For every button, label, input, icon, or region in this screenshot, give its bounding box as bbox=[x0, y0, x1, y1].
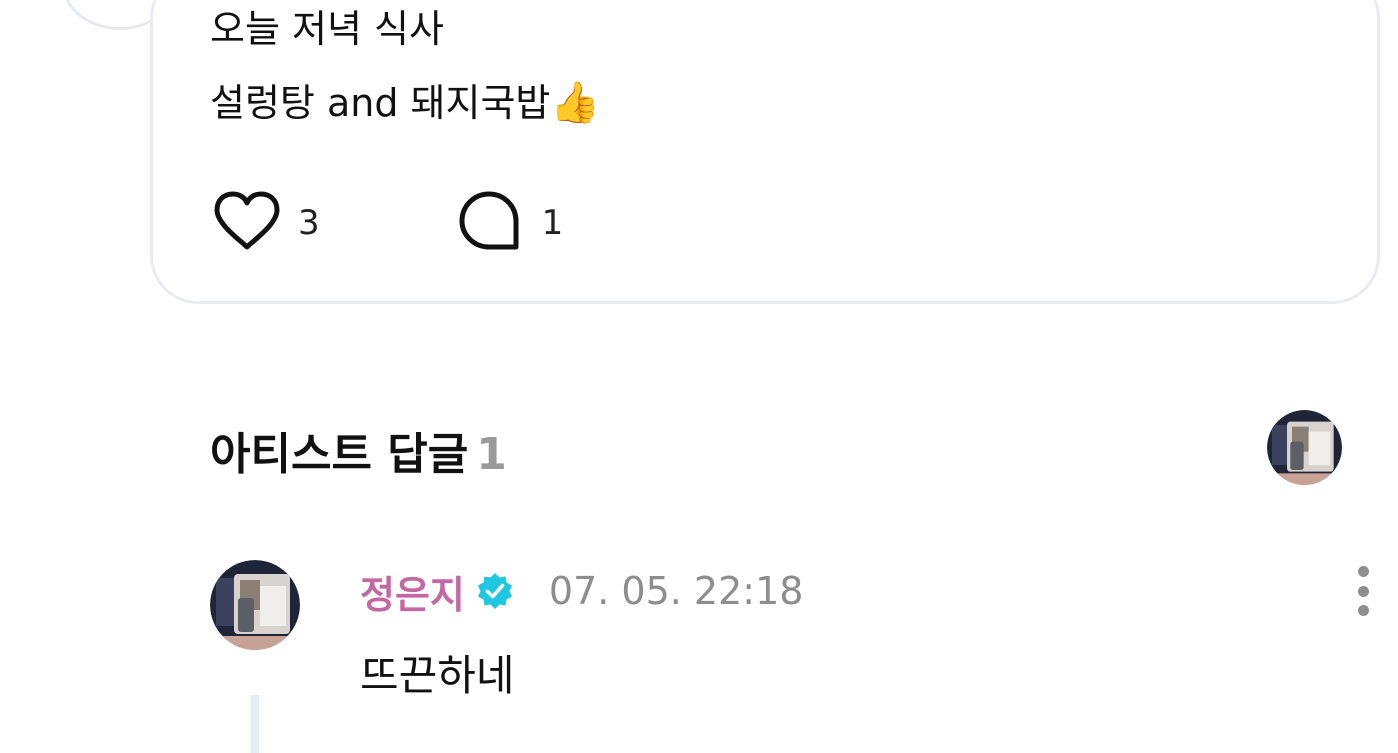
like-button[interactable]: 3 bbox=[212, 190, 320, 256]
menu-dot bbox=[1357, 605, 1369, 616]
artist-replies-count: 1 bbox=[476, 429, 507, 480]
fan-post-detail: 오늘 저녁 식사 설렁탕 and 돼지국밥👍 3 1 아티스트 답글 1 정은지… bbox=[0, 0, 1398, 753]
reply-author-avatar[interactable] bbox=[210, 560, 300, 650]
artist-replies-title: 아티스트 답글 bbox=[210, 429, 469, 480]
reply-meta: 정은지 07. 05. 22:18 bbox=[360, 564, 803, 618]
comment-button[interactable]: 1 bbox=[458, 190, 564, 256]
speech-bubble-icon bbox=[458, 190, 520, 256]
post-text-line-2: 설렁탕 and 돼지국밥👍 bbox=[210, 66, 600, 140]
artist-replies-heading: 아티스트 답글 1 bbox=[210, 418, 507, 482]
post-text-line-1: 오늘 저녁 식사 bbox=[210, 7, 444, 51]
like-count: 3 bbox=[298, 203, 320, 243]
more-vertical-icon[interactable] bbox=[1350, 566, 1376, 616]
menu-dot bbox=[1357, 566, 1369, 577]
reply-thread-line bbox=[251, 695, 259, 753]
post-text-line-2-text: 설렁탕 and 돼지국밥 bbox=[210, 81, 551, 125]
reply-author-name[interactable]: 정은지 bbox=[360, 564, 465, 619]
verified-badge-icon bbox=[475, 571, 515, 611]
thumbs-up-emoji: 👍 bbox=[550, 80, 601, 126]
reply-text: 뜨끈하네 bbox=[360, 651, 515, 700]
post-reactions: 3 1 bbox=[212, 190, 563, 256]
comment-count: 1 bbox=[541, 203, 564, 243]
post-body: 오늘 저녁 식사 설렁탕 and 돼지국밥👍 bbox=[210, 0, 600, 140]
reply-timestamp: 07. 05. 22:18 bbox=[548, 569, 804, 613]
artist-avatar-small[interactable] bbox=[1267, 410, 1342, 485]
heart-icon bbox=[212, 190, 282, 256]
menu-dot bbox=[1357, 585, 1369, 597]
